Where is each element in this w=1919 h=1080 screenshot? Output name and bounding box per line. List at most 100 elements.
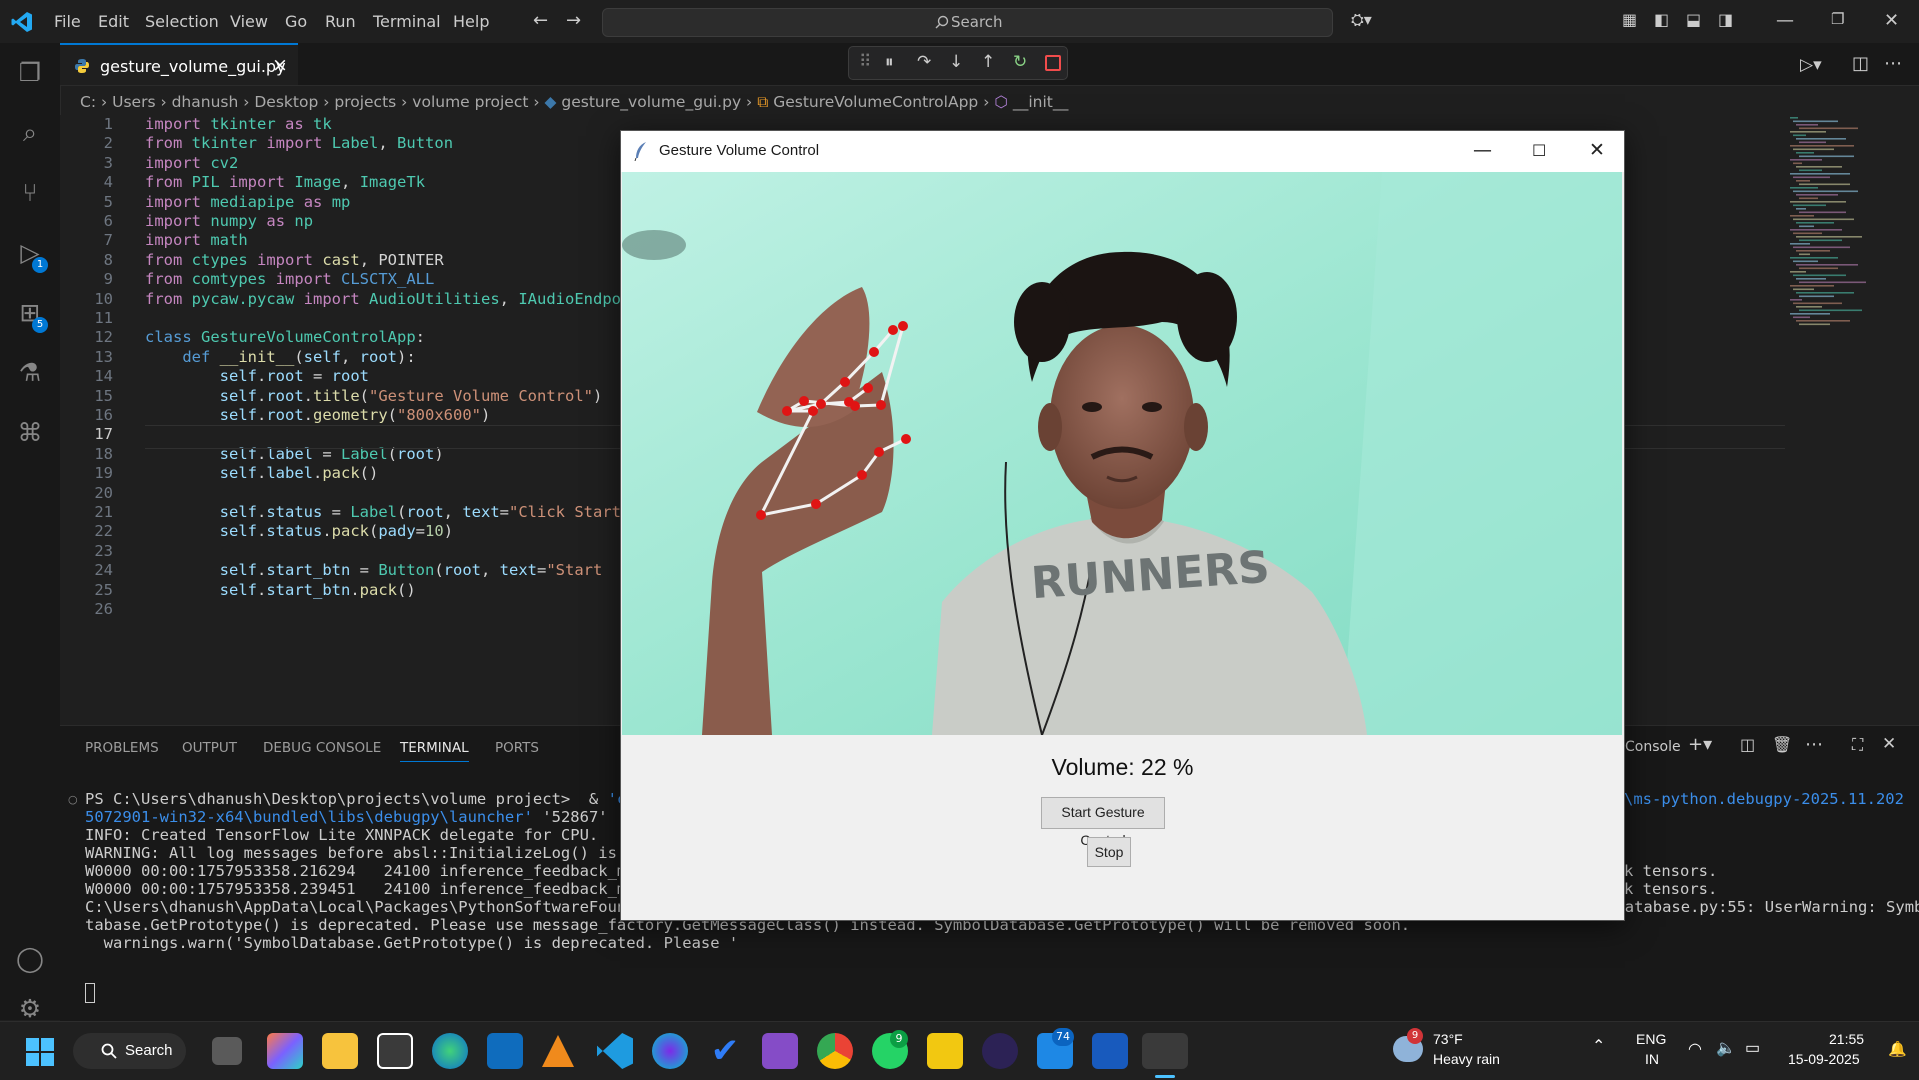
pause-icon[interactable]: ⏸ (885, 52, 894, 72)
code-text[interactable]: import tkinter as tk (145, 115, 332, 133)
tk-maximize-icon[interactable]: ☐ (1532, 141, 1546, 160)
windows-start-icon[interactable] (26, 1038, 54, 1066)
outlook-icon[interactable] (487, 1033, 523, 1069)
step-into-icon[interactable]: ↓ (949, 52, 963, 72)
crumb[interactable]: Users (112, 93, 155, 111)
python-icon[interactable]: ⌘ (14, 417, 46, 449)
tk-title-bar[interactable]: Gesture Volume Control — ☐ ✕ (621, 131, 1624, 172)
maximize-panel-icon[interactable]: ⛶ (1852, 735, 1863, 755)
crumb[interactable]: GestureVolumeControlApp (773, 93, 978, 111)
stop-debug-icon[interactable] (1045, 55, 1061, 71)
forward-arrow-icon[interactable]: → (566, 10, 581, 31)
copilot-app-icon[interactable] (267, 1033, 303, 1069)
code-text[interactable]: class GestureVolumeControlApp: (145, 328, 425, 346)
panel-more-icon[interactable]: ⋯ (1805, 734, 1823, 755)
crumb[interactable]: Desktop (254, 93, 318, 111)
close-panel-icon[interactable]: ✕ (1882, 734, 1896, 754)
minimap[interactable] (1785, 115, 1895, 365)
crumb[interactable]: volume project (412, 93, 528, 111)
tk-close-icon[interactable]: ✕ (1589, 139, 1605, 161)
menu-run[interactable]: Run (325, 12, 356, 31)
code-text[interactable]: self.start_btn.pack() (145, 581, 416, 599)
visual-studio-icon[interactable] (762, 1033, 798, 1069)
code-text[interactable]: self.start_btn = Button(root, text="Star… (145, 561, 603, 579)
tab-output[interactable]: OUTPUT (182, 740, 237, 756)
code-text[interactable]: import mediapipe as mp (145, 193, 350, 211)
edge-browser-icon[interactable] (432, 1033, 468, 1069)
customize-layout-icon[interactable]: ▦ (1622, 10, 1637, 29)
crumb[interactable]: __init__ (1013, 93, 1069, 111)
start-gesture-control-button[interactable]: Start Gesture Control (1041, 797, 1165, 848)
taskbar-search[interactable]: Search (73, 1033, 186, 1069)
task-view-icon[interactable] (212, 1037, 242, 1065)
code-text[interactable]: self.label.pack() (145, 464, 379, 482)
code-text[interactable]: from ctypes import cast, POINTER (145, 251, 444, 269)
show-hidden-icons-icon[interactable]: ⌃ (1592, 1036, 1605, 1056)
clock-date[interactable]: 15-09-2025 (1788, 1051, 1860, 1067)
more-actions-icon[interactable]: ⋯ (1884, 53, 1902, 74)
kill-terminal-icon[interactable]: 🗑 (1772, 735, 1792, 754)
tab-gesture-volume-gui[interactable]: gesture_volume_gui.py × (60, 43, 298, 85)
drag-handle-icon[interactable]: ⠿ (859, 52, 871, 72)
step-over-icon[interactable]: ↷ (917, 52, 931, 72)
code-text[interactable]: import math (145, 231, 248, 249)
vlc-icon[interactable] (542, 1035, 574, 1067)
toggle-sidebar-icon[interactable]: ◧ (1654, 10, 1669, 29)
crumb[interactable]: dhanush (172, 93, 239, 111)
menu-help[interactable]: Help (453, 12, 489, 31)
minimize-icon[interactable]: — (1776, 10, 1794, 31)
explorer-icon[interactable]: ❐ (14, 57, 46, 89)
language-indicator[interactable]: ENG (1636, 1031, 1666, 1047)
code-text[interactable]: from tkinter import Label, Button (145, 134, 453, 152)
menu-terminal[interactable]: Terminal (373, 12, 441, 31)
code-text[interactable]: self.root.title("Gesture Volume Control"… (145, 387, 603, 405)
clock-time[interactable]: 21:55 (1829, 1031, 1864, 1047)
restart-icon[interactable]: ↻ (1013, 52, 1027, 72)
volume-icon[interactable]: 🔈 (1716, 1038, 1736, 1058)
code-text[interactable]: import cv2 (145, 154, 238, 172)
code-text[interactable]: self.root.geometry("800x600") (145, 406, 491, 424)
tab-problems[interactable]: PROBLEMS (85, 740, 159, 756)
word-icon[interactable] (1092, 1033, 1128, 1069)
chrome-icon[interactable] (817, 1033, 853, 1069)
eclipse-icon[interactable] (982, 1033, 1018, 1069)
tab-close-icon[interactable]: × (272, 54, 288, 76)
todo-icon[interactable]: ✔ (707, 1033, 743, 1069)
source-control-icon[interactable]: ⑂ (14, 177, 46, 209)
tab-terminal[interactable]: TERMINAL (400, 740, 469, 762)
tab-debug-console[interactable]: DEBUG CONSOLE (263, 740, 381, 756)
step-out-icon[interactable]: ↑ (981, 52, 995, 72)
run-python-icon[interactable]: ▷▾ (1800, 55, 1822, 75)
split-editor-icon[interactable]: ◫ (1852, 53, 1869, 74)
battery-icon[interactable]: ▭ (1745, 1038, 1760, 1058)
close-icon[interactable]: ✕ (1884, 10, 1899, 31)
search-icon[interactable]: ⌕ (14, 117, 46, 149)
code-text[interactable]: self.root = root (145, 367, 369, 385)
menu-go[interactable]: Go (285, 12, 307, 31)
tab-ports[interactable]: PORTS (495, 740, 539, 756)
accounts-icon[interactable]: ◯ (14, 943, 46, 975)
back-arrow-icon[interactable]: ← (533, 10, 548, 31)
code-text[interactable]: self.status.pack(pady=10) (145, 522, 453, 540)
tk-minimize-icon[interactable]: — (1473, 139, 1492, 161)
new-terminal-icon[interactable]: +▾ (1688, 734, 1712, 755)
menu-view[interactable]: View (230, 12, 268, 31)
canva-icon[interactable] (652, 1033, 688, 1069)
notifications-icon[interactable]: 🔔 (1888, 1040, 1907, 1058)
command-center-search[interactable]: Search (602, 8, 1333, 37)
split-terminal-icon[interactable]: ◫ (1740, 735, 1755, 754)
code-text[interactable]: from comtypes import CLSCTX_ALL (145, 270, 434, 288)
testing-icon[interactable]: ⚗ (14, 357, 46, 389)
toggle-panel-icon[interactable]: ⬓ (1686, 10, 1701, 29)
file-explorer-icon[interactable] (322, 1033, 358, 1069)
stop-button[interactable]: Stop (1087, 837, 1131, 867)
code-text[interactable]: def __init__(self, root): (145, 348, 415, 366)
wifi-icon[interactable]: ◠ (1688, 1039, 1702, 1059)
terminal-name[interactable]: Console (1625, 739, 1681, 755)
toggle-secondary-sidebar-icon[interactable]: ◨ (1718, 10, 1733, 29)
vscode-taskbar-icon[interactable] (597, 1033, 633, 1069)
crumb[interactable]: gesture_volume_gui.py (561, 93, 741, 111)
code-text[interactable]: self.status = Label(root, text="Click St… (145, 503, 631, 521)
restore-icon[interactable]: ❐ (1831, 10, 1844, 28)
crumb[interactable]: projects (334, 93, 396, 111)
